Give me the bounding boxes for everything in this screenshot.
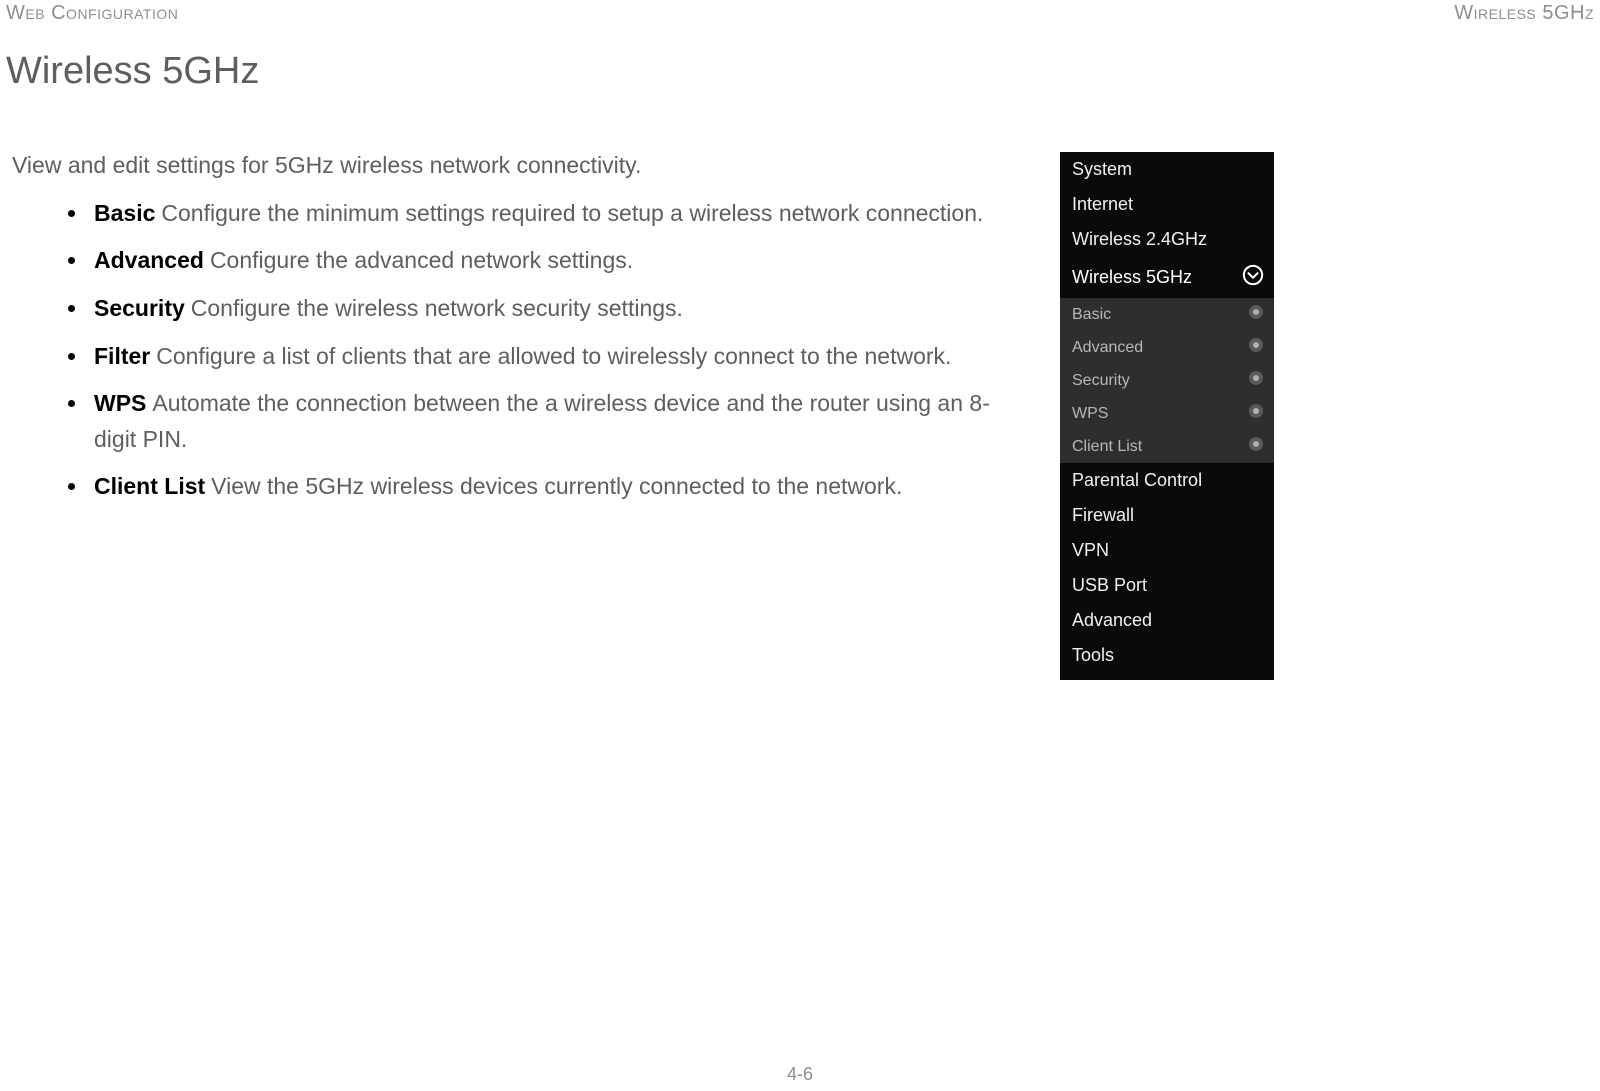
list-item: BasicConfigure the minimum settings requ… [72,196,1032,232]
list-item-desc: Configure the minimum settings required … [161,200,983,226]
list-item: Client ListView the 5GHz wireless device… [72,469,1032,505]
sidebar-item-label: Wireless 5GHz [1072,267,1192,288]
list-item-desc: View the 5GHz wireless devices currently… [211,473,902,499]
page-title: Wireless 5GHz [6,50,259,93]
sidebar-item-system[interactable]: System [1060,152,1274,187]
sidebar-submenu-wireless-5ghz: Basic Advanced Security WPS [1060,298,1274,463]
list-item-term: WPS [94,390,146,416]
chevron-down-icon [1242,264,1264,291]
list-item-desc: Configure the wireless network security … [191,295,683,321]
header-left: Web Configuration [6,2,178,25]
sidebar-item-label: Parental Control [1072,470,1202,491]
intro-text: View and edit settings for 5GHz wireless… [12,148,1032,184]
sidebar-subitem-security[interactable]: Security [1060,364,1274,397]
radio-icon [1248,436,1264,457]
list-item-term: Security [94,295,185,321]
page-number: 4-6 [0,1064,1600,1085]
sidebar-subitem-advanced[interactable]: Advanced [1060,331,1274,364]
sidebar-subitem-basic[interactable]: Basic [1060,298,1274,331]
sidebar-subitem-client-list[interactable]: Client List [1060,430,1274,463]
list-item: AdvancedConfigure the advanced network s… [72,243,1032,279]
sidebar-item-vpn[interactable]: VPN [1060,533,1274,568]
sidebar-item-label: System [1072,159,1132,180]
sidebar-item-label: VPN [1072,540,1109,561]
bullet-list: BasicConfigure the minimum settings requ… [12,196,1032,505]
header-right: Wireless 5GHz [1454,2,1594,25]
sidebar-item-firewall[interactable]: Firewall [1060,498,1274,533]
sidebar-item-wireless-24ghz[interactable]: Wireless 2.4GHz [1060,222,1274,257]
sidebar-item-label: Tools [1072,645,1114,666]
list-item: SecurityConfigure the wireless network s… [72,291,1032,327]
sidebar-item-label: USB Port [1072,575,1147,596]
sidebar-item-wireless-5ghz[interactable]: Wireless 5GHz [1060,257,1274,298]
sidebar-nav: System Internet Wireless 2.4GHz Wireless… [1060,152,1274,680]
sidebar-subitem-label: Advanced [1072,339,1143,357]
list-item-desc: Configure the advanced network settings. [210,247,633,273]
list-item-desc: Configure a list of clients that are all… [156,343,951,369]
sidebar-subitem-wps[interactable]: WPS [1060,397,1274,430]
sidebar-item-advanced[interactable]: Advanced [1060,603,1274,638]
list-item-term: Client List [94,473,205,499]
sidebar-item-tools[interactable]: Tools [1060,638,1274,680]
list-item-term: Basic [94,200,155,226]
list-item-desc: Automate the connection between the a wi… [94,390,990,452]
list-item-term: Advanced [94,247,204,273]
radio-icon [1248,304,1264,325]
sidebar-item-label: Internet [1072,194,1133,215]
sidebar-subitem-label: WPS [1072,405,1108,423]
list-item-term: Filter [94,343,150,369]
sidebar-subitem-label: Basic [1072,306,1111,324]
radio-icon [1248,370,1264,391]
sidebar-item-internet[interactable]: Internet [1060,187,1274,222]
sidebar-item-label: Firewall [1072,505,1134,526]
list-item: WPSAutomate the connection between the a… [72,386,1032,457]
content-block: View and edit settings for 5GHz wireless… [12,148,1032,517]
radio-icon [1248,403,1264,424]
radio-icon [1248,337,1264,358]
sidebar-subitem-label: Security [1072,372,1130,390]
sidebar-item-usb-port[interactable]: USB Port [1060,568,1274,603]
sidebar-item-parental-control[interactable]: Parental Control [1060,463,1274,498]
sidebar-subitem-label: Client List [1072,438,1142,456]
sidebar-item-label: Wireless 2.4GHz [1072,229,1207,250]
list-item: FilterConfigure a list of clients that a… [72,339,1032,375]
sidebar-item-label: Advanced [1072,610,1152,631]
